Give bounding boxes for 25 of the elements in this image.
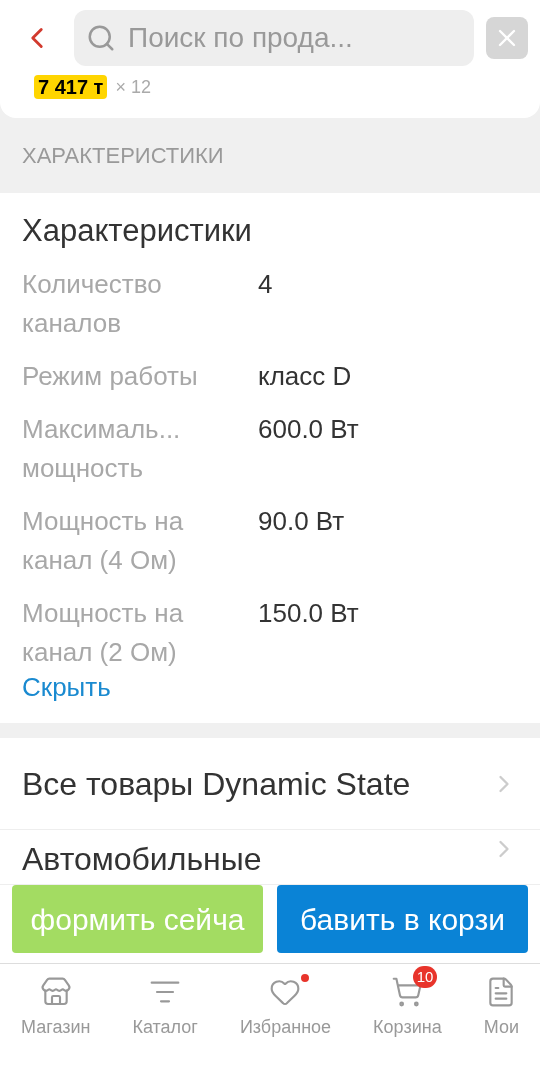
nav-tab[interactable]: Избранное — [233, 964, 338, 1041]
spec-label: Максималь... мощность — [22, 413, 182, 485]
spec-value: 4 — [258, 268, 273, 301]
spec-label: Количество каналов — [22, 268, 163, 340]
nav-tab[interactable]: Каталог — [126, 964, 204, 1041]
spec-label: Режим работы — [22, 360, 199, 393]
price-tag: 7 417 т — [34, 75, 108, 99]
spec-label: Мощность на канал (2 Ом) — [22, 597, 185, 669]
nav-tab[interactable]: Мои — [477, 964, 525, 1041]
spec-value: 90.0 Вт — [258, 505, 345, 538]
spec-value: класс D — [258, 360, 352, 393]
hide-link[interactable]: Скрыть — [22, 672, 111, 702]
spec-value: 600.0 Вт — [258, 413, 359, 446]
action-button[interactable]: бавить в корзи — [277, 885, 528, 953]
count-badge: 10 — [412, 966, 438, 988]
spec-value: 150.0 Вт — [258, 597, 359, 630]
search-field[interactable]: Поиск по прода... — [74, 9, 474, 66]
quantity-text: × 12 — [115, 76, 151, 99]
store-icon — [39, 976, 72, 1008]
nav-tab[interactable]: 10 Корзина — [367, 964, 448, 1041]
specs-title: Характеристики — [22, 212, 253, 250]
link-row[interactable]: Все товары Dynamic State — [0, 738, 540, 830]
nav-tab[interactable]: Магазин — [15, 964, 97, 1041]
section-header: ХАРАКТЕРИСТИКИ — [22, 142, 224, 170]
spec-label: Мощность на канал (4 Ом) — [22, 505, 185, 577]
